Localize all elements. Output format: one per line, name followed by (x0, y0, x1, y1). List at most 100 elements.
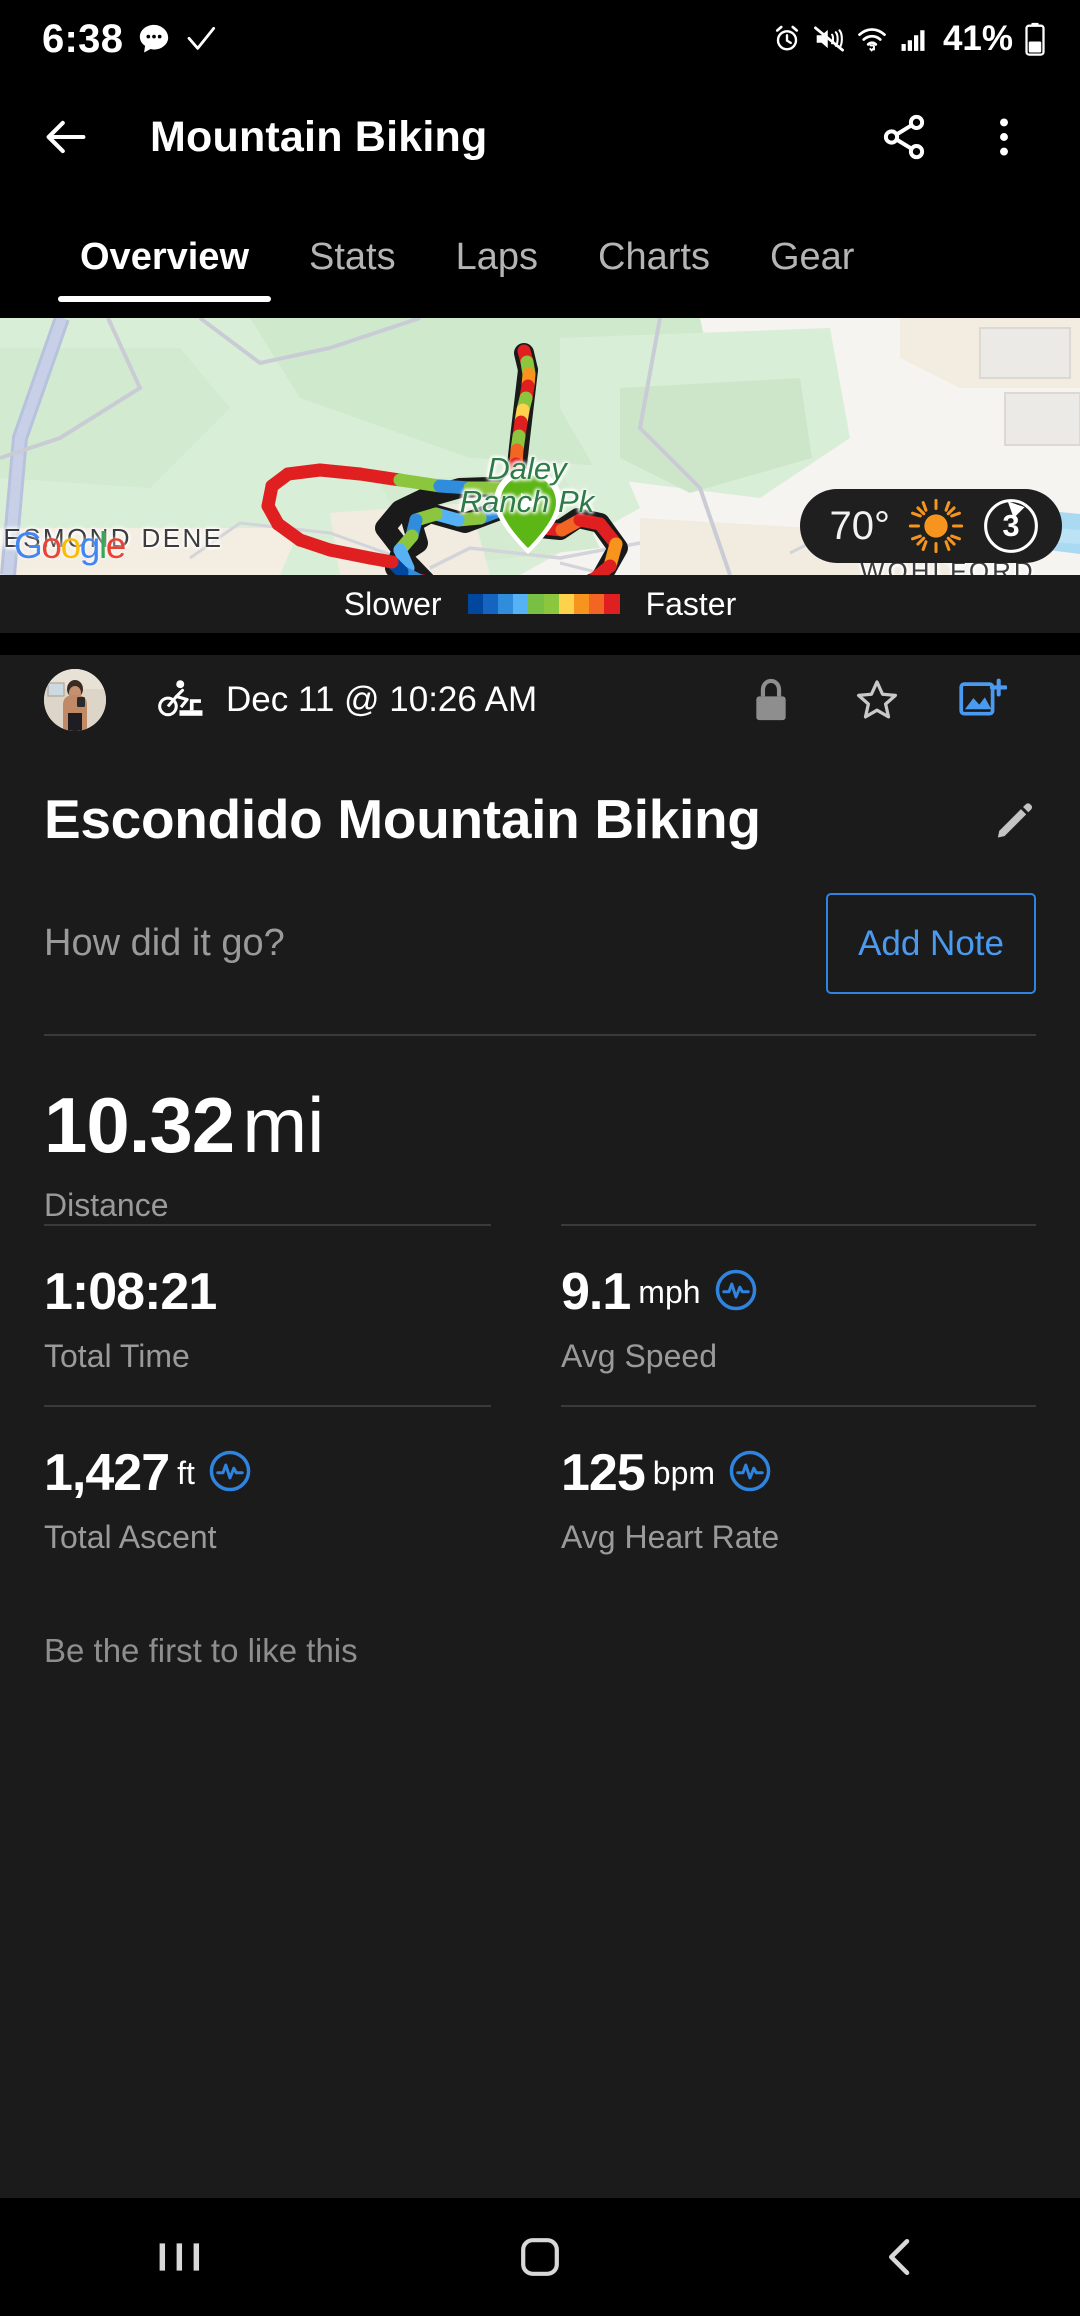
wind-speed-value: 3 (1002, 508, 1020, 543)
checkmark-icon (187, 26, 216, 50)
tab-stats[interactable]: Stats (279, 196, 426, 318)
avatar-photo (44, 669, 106, 731)
share-icon (883, 114, 925, 160)
tab-label: Overview (80, 235, 249, 278)
nav-back-button[interactable] (800, 2236, 1000, 2278)
stat-avg-speed: 9.1 mph Avg Speed (519, 1224, 1036, 1405)
stat-avg-heart-rate-label: Avg Heart Rate (561, 1519, 780, 1555)
stat-avg-speed-value-line: 9.1 mph (561, 1262, 1036, 1322)
google-attribution: Google (14, 525, 126, 566)
speed-legend: Slower Faster (0, 575, 1080, 633)
tab-label: Stats (309, 235, 396, 278)
activity-datetime: Dec 11 @ 10:26 AM (226, 680, 538, 719)
lock-icon (756, 678, 786, 721)
add-photo-button[interactable] (930, 677, 1036, 723)
message-bubble-icon (140, 24, 169, 53)
pencil-icon (997, 803, 1033, 838)
tab-bar: Overview Stats Laps Charts Gear (0, 196, 1080, 318)
tab-label: Gear (769, 235, 855, 278)
cycling-glyph (158, 679, 203, 716)
stat-total-time-label: Total Time (44, 1338, 190, 1374)
note-row: How did it go? Add Note (0, 893, 1080, 994)
back-arrow-icon (46, 120, 86, 154)
stat-total-time-value: 1:08:21 (44, 1263, 217, 1321)
pulse-circle-icon (715, 1269, 756, 1310)
status-bar-right: 41% (772, 19, 1046, 59)
status-bar: 6:38 41% (0, 0, 1080, 78)
stat-distance-label: Distance (44, 1187, 169, 1223)
app-bar-actions (868, 101, 1040, 173)
stat-total-ascent-value: 1,427 (44, 1444, 170, 1502)
tab-gear[interactable]: Gear (740, 196, 884, 318)
stat-total-time-value-line: 1:08:21 (44, 1262, 519, 1322)
park-label-line2: Ranch Pk (459, 483, 595, 519)
stat-total-ascent-label: Total Ascent (44, 1519, 217, 1555)
wind-indicator: 3 (982, 497, 1040, 555)
edit-title-button[interactable] (994, 787, 1036, 846)
stat-avg-heart-rate: 125 bpm Avg Heart Rate (519, 1405, 1036, 1586)
stat-grid-row-1: 1:08:21 Total Time 9.1 mph Avg Speed (0, 1224, 1080, 1405)
mute-icon (813, 26, 844, 52)
tab-overview[interactable]: Overview (50, 196, 279, 318)
tab-charts[interactable]: Charts (568, 196, 740, 318)
favorite-button[interactable] (824, 677, 930, 723)
alarm-icon (775, 25, 798, 51)
stat-avg-heart-rate-unit: bpm (652, 1454, 716, 1491)
route-map[interactable]: JESMOND DENE LAKE WOHLFORD NORTH BROADWA… (0, 318, 1080, 575)
overflow-menu-button[interactable] (968, 101, 1040, 173)
stat-avg-heart-rate-value-line: 125 bpm (561, 1443, 1036, 1503)
battery-icon (1025, 22, 1045, 56)
add-note-button[interactable]: Add Note (826, 893, 1036, 994)
android-nav-bar (0, 2198, 1080, 2316)
pulse-circle-icon (729, 1450, 771, 1491)
back-button[interactable] (30, 101, 102, 173)
nav-back-icon (888, 2238, 910, 2276)
note-prompt: How did it go? (44, 922, 285, 964)
activity-meta-actions (718, 677, 1036, 723)
tab-label: Charts (598, 235, 710, 278)
sun-icon (908, 498, 964, 554)
stat-total-ascent-value-line: 1,427 ft (44, 1443, 519, 1503)
like-prompt[interactable]: Be the first to like this (0, 1632, 1080, 1670)
tab-label: Laps (455, 235, 539, 278)
status-bar-clock: 6:38 (42, 16, 124, 61)
recents-icon (159, 2243, 200, 2271)
avg-heart-rate-analysis-button[interactable] (729, 1450, 771, 1497)
stat-distance-value-line: 10.32 mi (44, 1080, 1036, 1171)
app-bar: Mountain Biking (0, 78, 1080, 196)
avatar[interactable] (44, 669, 106, 731)
activity-title: Escondido Mountain Biking (44, 788, 761, 850)
park-label-line1: Daley (487, 451, 567, 486)
weather-badge[interactable]: 70° 3 (799, 489, 1062, 563)
stat-avg-speed-unit: mph (638, 1273, 701, 1310)
recents-button[interactable] (80, 2240, 280, 2274)
privacy-button[interactable] (718, 678, 824, 722)
stat-avg-speed-label: Avg Speed (561, 1338, 717, 1374)
stat-distance: 10.32 mi Distance (0, 1080, 1080, 1224)
status-bar-left: 6:38 (42, 17, 217, 62)
more-vertical-icon (1000, 118, 1008, 156)
cycling-icon (158, 677, 204, 724)
wifi-icon (858, 28, 886, 52)
stat-avg-heart-rate-value: 125 (561, 1444, 646, 1502)
stat-total-time: 1:08:21 Total Time (44, 1224, 519, 1405)
legend-faster-label: Faster (645, 585, 737, 622)
legend-slower-label: Slower (343, 585, 442, 622)
tab-laps[interactable]: Laps (426, 196, 568, 318)
stat-total-ascent: 1,427 ft Total Ascent (44, 1405, 519, 1586)
share-button[interactable] (868, 101, 940, 173)
map-label-park: Daley Ranch Pk (432, 451, 622, 519)
add-photo-icon (959, 678, 1007, 716)
weather-temperature: 70° (829, 503, 891, 548)
phone-screen: 6:38 41% Mountain Biking Overview Stats … (0, 0, 1080, 2316)
stat-grid-row-2: 1,427 ft Total Ascent 125 bpm Avg Heart … (0, 1405, 1080, 1586)
activity-details: Dec 11 @ 10:26 AM Escondido Mountain Bik… (0, 655, 1080, 2220)
total-ascent-analysis-button[interactable] (209, 1450, 251, 1497)
stat-distance-unit: mi (242, 1081, 325, 1169)
stat-avg-speed-value: 9.1 (561, 1263, 631, 1321)
home-button[interactable] (440, 2236, 640, 2278)
stat-total-ascent-unit: ft (177, 1454, 195, 1491)
page-title: Mountain Biking (150, 112, 488, 161)
avg-speed-analysis-button[interactable] (715, 1269, 757, 1316)
cellular-signal-icon (901, 30, 925, 51)
